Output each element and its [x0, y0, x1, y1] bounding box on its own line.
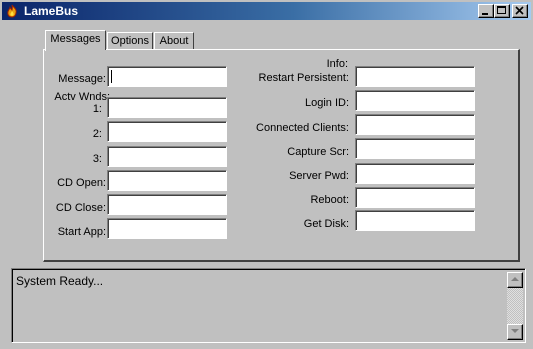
scroll-down-button[interactable] — [507, 324, 523, 340]
status-log[interactable]: System Ready... — [11, 268, 526, 343]
status-log-inner: System Ready... — [12, 269, 525, 342]
restart-persistent-label: Restart Persistent: — [258, 72, 349, 84]
messages-tab-panel: Message: Actv Wnds: 1: 2: 3: CD Open: CD… — [43, 49, 520, 262]
title-bar[interactable]: LameBus — [2, 2, 531, 20]
info-label: Info: — [326, 58, 348, 70]
close-icon — [515, 6, 524, 15]
capture-scr-label: Capture Scr: — [287, 146, 349, 158]
wnd3-label: 3: — [92, 153, 102, 165]
start-app-input[interactable] — [107, 218, 227, 239]
minimize-icon — [482, 13, 488, 15]
start-app-label: Start App: — [57, 226, 106, 238]
login-id-input[interactable] — [355, 90, 475, 111]
login-id-label: Login ID: — [304, 97, 349, 109]
status-text: System Ready... — [16, 274, 104, 288]
server-pwd-input[interactable] — [355, 163, 475, 184]
lamebus-window: LameBus Messages Options About Message: … — [0, 0, 533, 349]
arrow-down-icon — [511, 329, 519, 333]
maximize-button[interactable] — [494, 4, 510, 18]
window-title: LameBus — [24, 4, 79, 18]
capture-scr-input[interactable] — [355, 138, 475, 159]
get-disk-label: Get Disk: — [303, 218, 349, 230]
server-pwd-label: Server Pwd: — [289, 170, 349, 182]
cd-close-input[interactable] — [107, 194, 227, 215]
wnd1-input[interactable] — [107, 97, 227, 118]
message-input[interactable] — [107, 66, 227, 87]
wnd3-input[interactable] — [107, 146, 227, 167]
wnd1-label: 1: — [92, 103, 102, 115]
wnd2-input[interactable] — [107, 121, 227, 142]
status-scrollbar[interactable] — [507, 272, 523, 340]
reboot-label: Reboot: — [310, 194, 349, 206]
arrow-up-icon — [511, 277, 519, 281]
close-button[interactable] — [512, 4, 528, 18]
restart-persistent-input[interactable] — [355, 66, 475, 87]
message-label: Message: — [58, 73, 106, 85]
cd-open-label: CD Open: — [57, 177, 106, 189]
tab-messages[interactable]: Messages — [45, 30, 106, 53]
scroll-up-button[interactable] — [507, 272, 523, 288]
tab-about[interactable]: About — [154, 32, 194, 50]
connected-clients-input[interactable] — [355, 114, 475, 135]
connected-clients-label: Connected Clients: — [256, 122, 349, 134]
get-disk-input[interactable] — [355, 210, 475, 231]
cd-open-input[interactable] — [107, 170, 227, 191]
wnd2-label: 2: — [92, 128, 102, 140]
cd-close-label: CD Close: — [55, 202, 106, 214]
maximize-icon — [497, 6, 506, 14]
minimize-button[interactable] — [478, 4, 494, 18]
tab-options[interactable]: Options — [107, 32, 153, 50]
reboot-input[interactable] — [355, 187, 475, 208]
flame-app-icon[interactable] — [5, 4, 19, 18]
